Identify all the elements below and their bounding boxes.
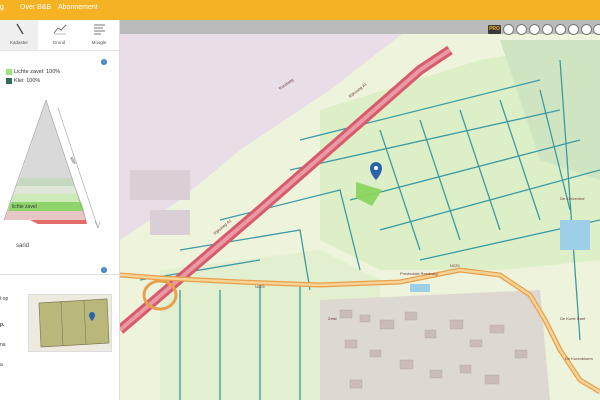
parcel-thumbnail[interactable] (28, 294, 112, 352)
tab-label: Kadaster (9, 40, 28, 45)
road-label: N225 (450, 263, 460, 268)
zoom-in-icon[interactable] (593, 24, 600, 35)
road-label: Zeist (328, 316, 338, 321)
tab-moogle[interactable]: Moogle (80, 20, 118, 50)
legend-label: Klei: 100% (14, 78, 41, 84)
panel-tabs: Kadaster Grond Moogle (0, 20, 119, 51)
location-icon[interactable] (568, 24, 579, 35)
tab-kadaster[interactable]: Kadaster (0, 20, 38, 50)
text-fragment: a (0, 362, 3, 368)
legend-swatch (6, 69, 12, 75)
road-label: De Korenbloem (565, 356, 593, 361)
camera-icon[interactable] (555, 24, 566, 35)
text-fragment: p. (0, 322, 5, 328)
road-label: De Kerkenhof (560, 196, 585, 201)
share-icon[interactable] (529, 24, 540, 35)
map-canvas[interactable]: Rijksweg A1 Rijksweg A1 Provinciale Rond… (120, 20, 600, 400)
tab-grond[interactable]: Grond (40, 20, 78, 50)
road-label: Provinciale Rondweg (400, 271, 438, 276)
nav-item-partial[interactable]: ag (0, 4, 4, 11)
tree-icon (16, 23, 24, 35)
triangle-bottom-label: sand (16, 243, 30, 249)
nav-item-over-bb[interactable]: Over B&B (20, 4, 51, 11)
map-layer: Rijksweg A1 Rijksweg A1 Provinciale Rond… (120, 20, 600, 400)
legend-label: Lichte zavel: 100% (14, 69, 61, 75)
road-label: N225 (255, 284, 265, 289)
section-divider (0, 274, 119, 275)
info-icon[interactable]: i (101, 267, 107, 273)
tab-label: Moogle (91, 40, 107, 45)
text-fragment: t op (0, 296, 9, 302)
side-panel: Kadaster Grond Moogle i Lichte zavel: 10… (0, 20, 120, 400)
print-icon[interactable] (542, 24, 553, 35)
list-icon (94, 24, 105, 35)
tab-label: Grond (52, 40, 66, 45)
triangle-highlight-label: lichte zavel (12, 204, 37, 210)
zoom-out-icon[interactable] (581, 24, 592, 35)
triangle-side-label: klei (68, 156, 77, 166)
layers-icon[interactable] (503, 24, 514, 35)
info-icon[interactable]: i (101, 59, 107, 65)
ruler-icon[interactable] (516, 24, 527, 35)
road-label: De Korte Kant (560, 316, 586, 321)
pro-badge: PRO (488, 25, 501, 34)
top-navigation-bar: ag Over B&B Abonnement (0, 0, 600, 20)
nav-item-abonnement[interactable]: Abonnement (58, 4, 98, 11)
parcel-map-preview (29, 295, 111, 351)
text-fragment: na (0, 342, 6, 348)
chart-line-icon (53, 24, 67, 35)
legend-swatch (6, 78, 12, 84)
soil-texture-triangle: klei lichte zavel (3, 99, 101, 229)
